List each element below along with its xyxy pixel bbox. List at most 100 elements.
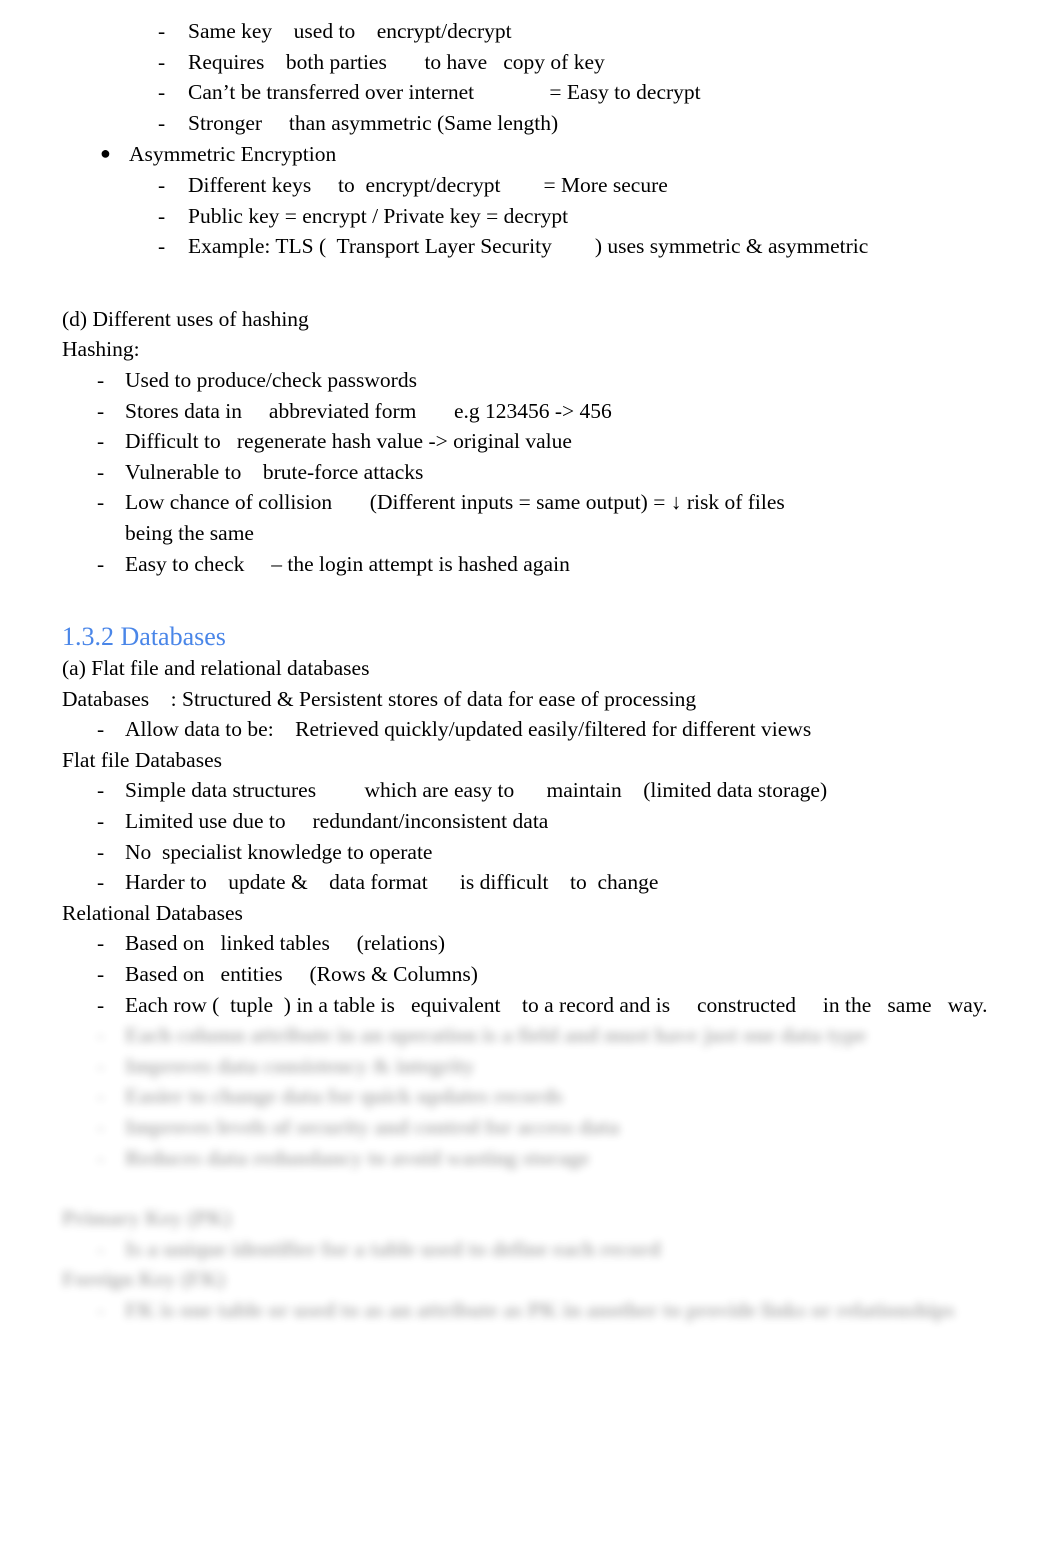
bullet-marker-icon: ● xyxy=(100,143,111,164)
list-item-text: Different keys to encrypt/decrypt = More… xyxy=(188,172,668,197)
list-item: - Easier to change data for quick updates… xyxy=(97,1081,1062,1112)
primary-key-title: Primary Key (PK) xyxy=(62,1206,232,1231)
list-item: - No specialist knowledge to operate xyxy=(97,837,1062,868)
list-item-text: Reduces data redundancy to avoid wasting… xyxy=(125,1145,590,1170)
obscured-gap xyxy=(0,1173,1062,1203)
dash-marker: - xyxy=(158,80,166,105)
list-item: - Harder to update & data format is diffi… xyxy=(97,867,1062,898)
list-item: - Used to produce/check passwords xyxy=(97,365,1062,396)
list-item: - Limited use due to redundant/inconsiste… xyxy=(97,806,1062,837)
dash-marker: - xyxy=(158,19,166,43)
list-item: - FK is one table or used to as an attrib… xyxy=(97,1295,1062,1326)
list-item-text: Improves levels of security and control … xyxy=(125,1115,620,1139)
list-item: - Public key = encrypt / Private key = de… xyxy=(158,201,1062,232)
list-item-text: FK is one table or used to as an attribu… xyxy=(125,1297,955,1322)
list-item: - Allow data to be: Retrieved quickly/upd… xyxy=(97,714,1062,745)
dash-marker: - xyxy=(97,551,105,576)
dash-marker: - xyxy=(97,717,105,742)
list-item-text: Stores data in abbreviated form e.g 1234… xyxy=(125,398,612,423)
databases-section: 1.3.2 Databases (a) Flat file and relati… xyxy=(0,621,1062,1020)
list-item: - Vulnerable to brute-force attacks xyxy=(97,457,1062,488)
hashing-part-label: (d) Different uses of hashing xyxy=(62,306,309,331)
dash-marker: - xyxy=(97,1145,105,1170)
list-item: - Reduces data redundancy to avoid wastin… xyxy=(97,1143,1062,1174)
relational-databases-title: Relational Databases xyxy=(62,900,243,925)
dash-marker: - xyxy=(158,203,166,228)
list-item-text: Example: TLS ( Transport Layer Security … xyxy=(188,234,869,259)
list-item: - Can’t be transferred over internet = Ea… xyxy=(158,77,1062,108)
list-item: - Stronger than asymmetric (Same length) xyxy=(158,108,1062,139)
dash-marker: - xyxy=(158,110,166,135)
dash-marker: - xyxy=(97,429,105,454)
list-item-text: Harder to update & data format is diffic… xyxy=(125,870,659,895)
dash-marker: - xyxy=(97,809,105,834)
dash-marker: - xyxy=(97,398,105,423)
list-item-wrapped-line: being the same xyxy=(125,520,254,545)
list-item: - Improves data consistency & integrity xyxy=(97,1051,1062,1082)
list-item: - Difficult to regenerate hash value -> o… xyxy=(97,426,1062,457)
hashing-section: (d) Different uses of hashing Hashing: -… xyxy=(0,304,1062,579)
flat-file-databases-title: Flat file Databases xyxy=(62,747,223,772)
page-content: - Same key used to encrypt/decrypt - Requi… xyxy=(0,0,1062,1326)
list-item-text: Each row ( tuple ) in a table is equival… xyxy=(125,992,988,1017)
asymmetric-encryption-heading: ● Asymmetric Encryption xyxy=(100,138,1062,170)
document-page: - Same key used to encrypt/decrypt - Requi… xyxy=(0,0,1062,1561)
list-item-text: Same key used to encrypt/decrypt xyxy=(188,19,512,43)
dash-marker: - xyxy=(97,870,105,895)
symmetric-encryption-bullet-list: - Same key used to encrypt/decrypt - Requi… xyxy=(0,16,1062,138)
list-item: - Same key used to encrypt/decrypt xyxy=(158,16,1062,47)
list-item: - Stores data in abbreviated form e.g 123… xyxy=(97,396,1062,427)
list-item-text: Is a unique identifier for a table used … xyxy=(125,1236,661,1261)
list-item-text: Stronger than asymmetric (Same length) xyxy=(188,110,559,135)
dash-marker: - xyxy=(158,49,166,74)
dash-marker: - xyxy=(97,490,105,515)
list-item-text: Used to produce/check passwords xyxy=(125,367,417,392)
list-item-text: Can’t be transferred over internet = Eas… xyxy=(188,80,701,105)
list-item-text: Easier to change data for quick updates … xyxy=(125,1084,563,1109)
top-spacer xyxy=(0,0,1062,16)
dash-marker: - xyxy=(97,1115,105,1139)
list-item-text: Limited use due to redundant/inconsisten… xyxy=(125,809,549,834)
dash-marker: - xyxy=(97,962,105,987)
list-item: - Requires both parties to have copy of k… xyxy=(158,47,1062,78)
list-item: - Simple data structures which are easy t… xyxy=(97,775,1062,806)
list-item-text: Difficult to regenerate hash value -> or… xyxy=(125,429,572,454)
list-item: - Different keys to encrypt/decrypt = Mor… xyxy=(158,170,1062,201)
list-item-text: Based on entities (Rows & Columns) xyxy=(125,962,478,987)
list-item-text: Based on linked tables (relations) xyxy=(125,931,446,956)
list-item: - Example: TLS ( Transport Layer Security… xyxy=(158,231,1062,262)
dash-marker: - xyxy=(97,1297,105,1322)
databases-definition: Databases : Structured & Persistent stor… xyxy=(62,686,697,711)
databases-part-label: (a) Flat file and relational databases xyxy=(62,656,370,681)
list-item-text: Easy to check – the login attempt is has… xyxy=(125,551,570,576)
hashing-subtitle: Hashing: xyxy=(62,337,140,362)
dash-marker: - xyxy=(97,1023,105,1048)
list-item-text: Allow data to be: Retrieved quickly/upda… xyxy=(125,717,812,742)
dash-marker: - xyxy=(97,459,105,484)
asymmetric-encryption-title: Asymmetric Encryption xyxy=(129,142,337,167)
dash-marker: - xyxy=(97,1236,105,1261)
list-item: - Easy to check – the login attempt is ha… xyxy=(97,549,1062,580)
list-item-text: Public key = encrypt / Private key = dec… xyxy=(188,203,569,228)
list-item: - Improves levels of security and control… xyxy=(97,1112,1062,1143)
list-item-text: Vulnerable to brute-force attacks xyxy=(125,459,424,484)
list-item: - Low chance of collision (Different inpu… xyxy=(97,487,1062,518)
list-item: - Each column attribute in an operation i… xyxy=(97,1020,1062,1051)
list-item-text: Each column attribute in an operation is… xyxy=(125,1023,867,1048)
list-item: - Is a unique identifier for a table used… xyxy=(97,1234,1062,1265)
list-item: - Based on linked tables (relations) xyxy=(97,928,1062,959)
list-item-text: Requires both parties to have copy of ke… xyxy=(188,49,605,74)
dash-marker: - xyxy=(97,367,105,392)
page-title: 1.3.2 Databases xyxy=(62,622,226,652)
list-item-text: Improves data consistency & integrity xyxy=(125,1053,475,1078)
foreign-key-title: Foreign Key (FK) xyxy=(62,1267,226,1292)
dash-marker: - xyxy=(97,931,105,956)
dash-marker: - xyxy=(97,1053,105,1078)
dash-marker: - xyxy=(97,778,105,803)
list-item-text: No specialist knowledge to operate xyxy=(125,839,433,864)
obscured-preview-region: - Each column attribute in an operation i… xyxy=(0,1020,1062,1325)
dash-marker: - xyxy=(97,992,105,1017)
list-item-text: Simple data structures which are easy to… xyxy=(125,778,828,803)
